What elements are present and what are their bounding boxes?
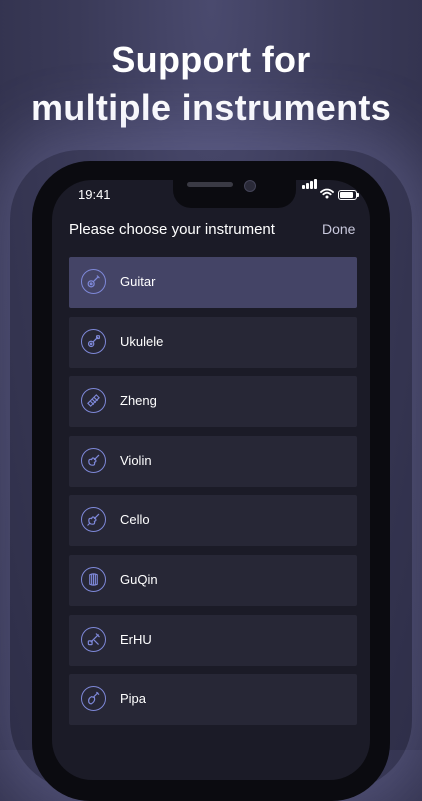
front-camera [244, 180, 256, 192]
instrument-label: Zheng [120, 393, 157, 409]
instrument-label: Ukulele [120, 333, 164, 349]
instrument-label: GuQin [120, 571, 158, 587]
list-item-pipa[interactable]: Pipa [69, 674, 357, 726]
guitar-icon [81, 269, 106, 294]
instrument-list: Guitar Ukulele Zheng Violin Cello GuQin [69, 257, 357, 734]
battery-icon [338, 190, 359, 200]
violin-icon [81, 447, 106, 473]
status-time: 19:41 [78, 187, 111, 202]
done-button[interactable]: Done [322, 221, 355, 237]
cello-icon [81, 507, 106, 533]
instrument-label: Violin [120, 452, 152, 468]
list-item-ukulele[interactable]: Ukulele [69, 316, 357, 368]
instrument-label: Cello [120, 512, 150, 528]
erhu-icon [81, 626, 106, 652]
ukulele-icon [81, 328, 106, 354]
instrument-label: ErHU [120, 631, 152, 647]
page-title: Please choose your instrument [69, 221, 275, 238]
instrument-label: Guitar [120, 274, 156, 289]
headline-line-1: Support for [111, 39, 311, 80]
list-item-guitar[interactable]: Guitar [69, 257, 357, 308]
guqin-icon [81, 566, 106, 592]
list-item-guqin[interactable]: GuQin [69, 554, 357, 606]
wifi-icon [320, 188, 334, 199]
pipa-icon [81, 686, 106, 712]
zheng-icon [81, 388, 106, 414]
list-item-zheng[interactable]: Zheng [69, 376, 357, 428]
list-item-violin[interactable]: Violin [69, 435, 357, 487]
headline-line-2: multiple instruments [30, 87, 392, 128]
list-item-erhu[interactable]: ErHU [69, 614, 357, 666]
instrument-label: Pipa [120, 691, 147, 707]
headline: Support for multiple instruments [0, 36, 422, 132]
speaker-grille [187, 182, 233, 187]
list-item-cello[interactable]: Cello [69, 495, 357, 547]
